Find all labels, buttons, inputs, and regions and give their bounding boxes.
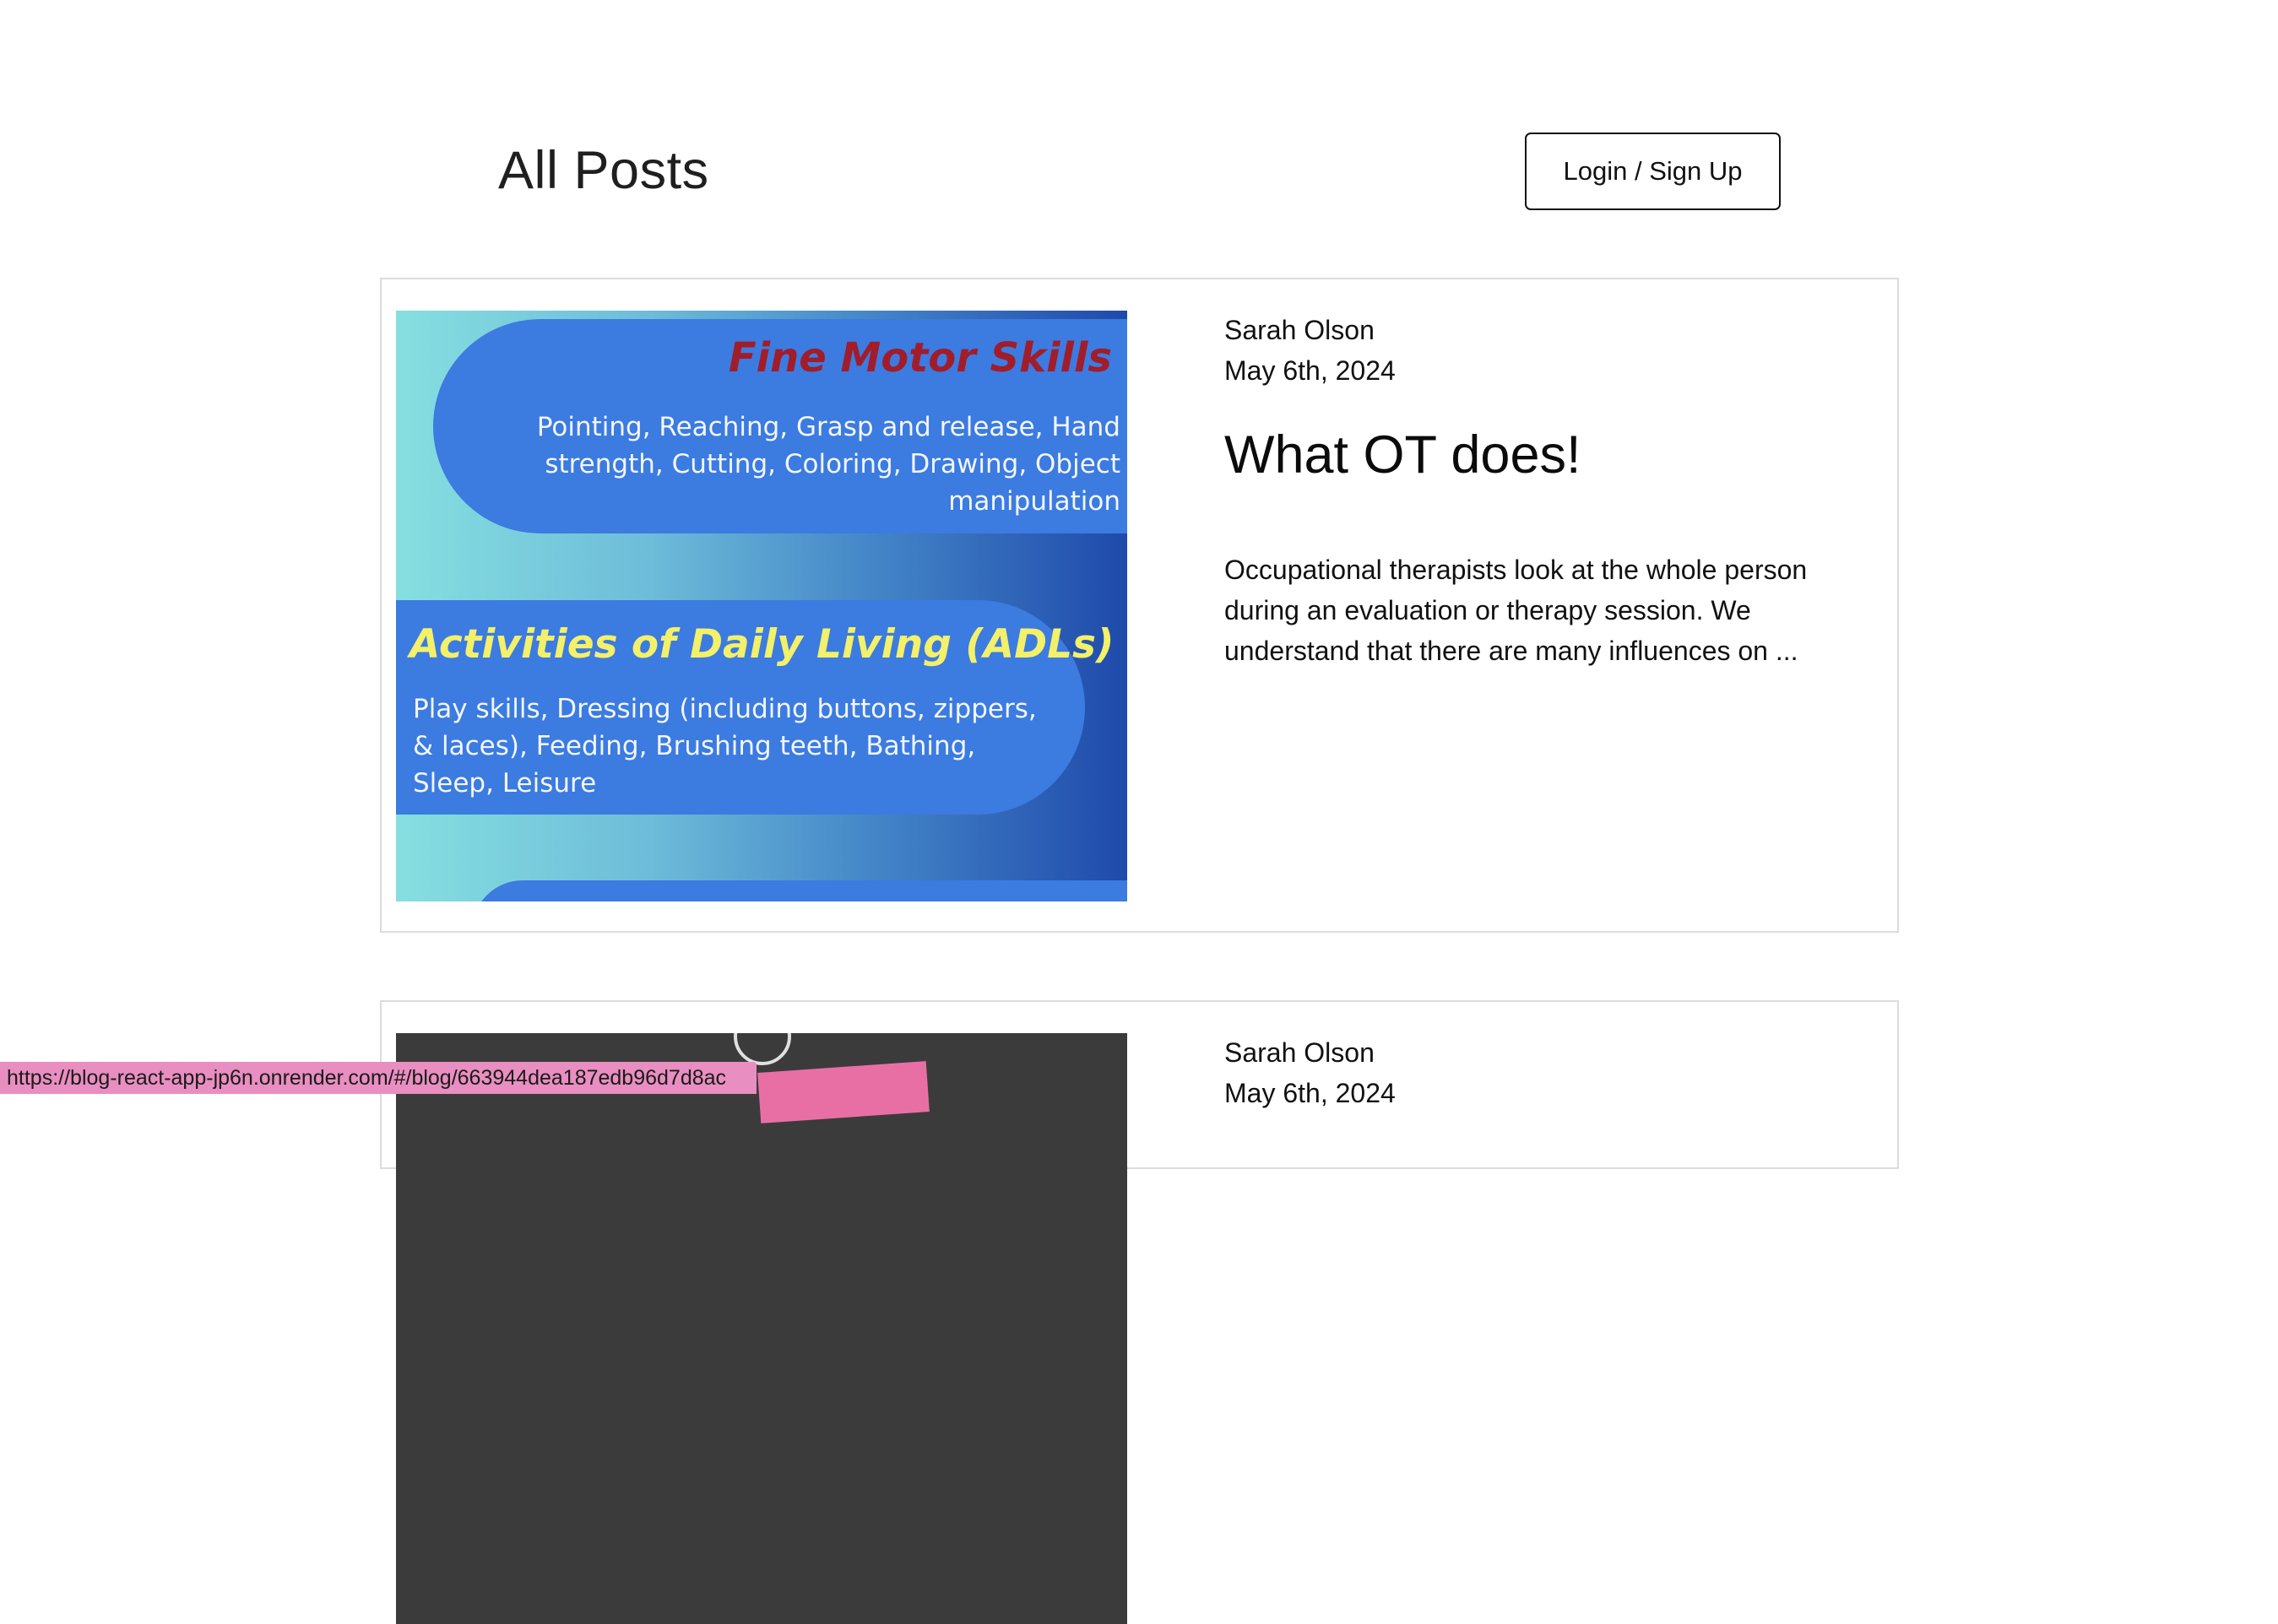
- post-card[interactable]: Fine Motor Skills Pointing, Reaching, Gr…: [380, 278, 1899, 933]
- post-thumbnail[interactable]: [396, 1033, 1127, 1624]
- post-date: May 6th, 2024: [1224, 355, 1396, 386]
- image-fine-motor-title: Fine Motor Skills: [728, 334, 1112, 382]
- image-adl-title: Activities of Daily Living (ADLs): [409, 621, 1115, 668]
- image-adl-body: Play skills, Dressing (including buttons…: [413, 694, 1037, 798]
- post-title[interactable]: What OT does!: [1224, 425, 1581, 485]
- post-author: Sarah Olson: [1224, 1037, 1375, 1068]
- image-chalk-circle: [734, 1033, 791, 1065]
- image-pill-bottom: [472, 880, 1127, 901]
- image-pink-ribbon: [757, 1061, 930, 1123]
- post-thumbnail[interactable]: Fine Motor Skills Pointing, Reaching, Gr…: [396, 311, 1127, 901]
- post-excerpt: Occupational therapists look at the whol…: [1224, 555, 1808, 666]
- image-fine-motor-body: Pointing, Reaching, Grasp and release, H…: [536, 412, 1120, 517]
- post-author: Sarah Olson: [1224, 315, 1375, 345]
- login-signup-button[interactable]: Login / Sign Up: [1525, 133, 1781, 210]
- link-status-bar: https://blog-react-app-jp6n.onrender.com…: [0, 1062, 757, 1094]
- page-title: All Posts: [498, 141, 709, 200]
